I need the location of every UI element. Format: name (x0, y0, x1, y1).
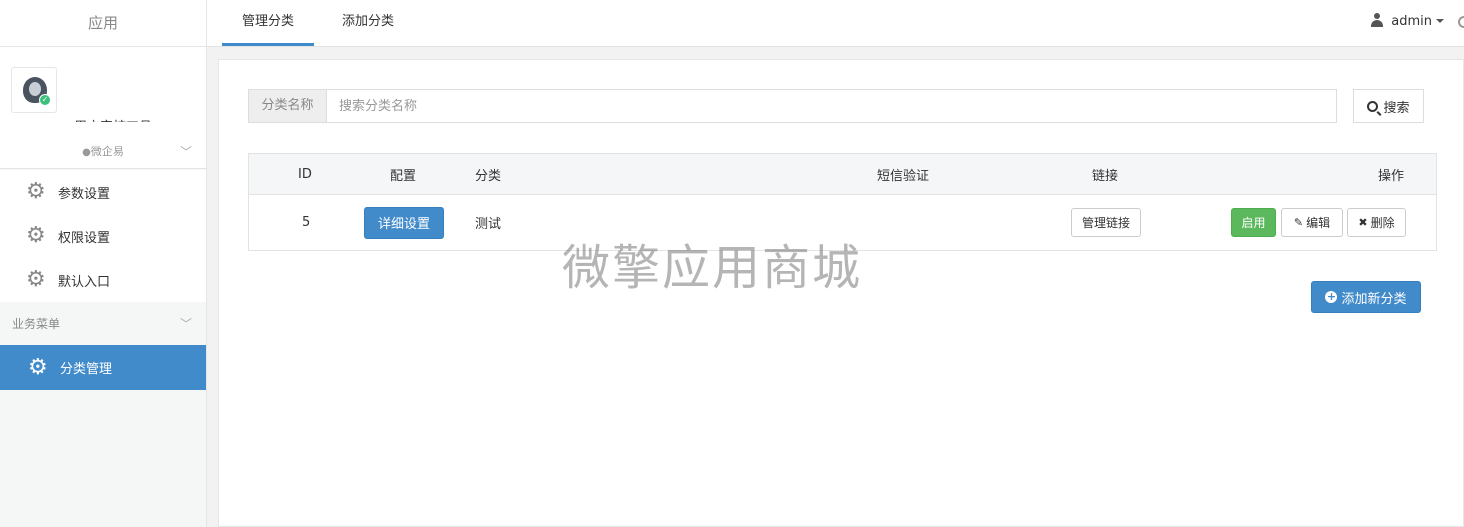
sidebar-item-permissions[interactable]: ⚙ 权限设置 (0, 214, 206, 258)
sidebar: 应用 ✓ 用户审核工具 ●微企易 ﹀ ⚙ 参数设置 ⚙ 权限设置 ⚙ 默认入口 … (0, 0, 207, 527)
search-icon (1367, 100, 1379, 112)
caret-down-icon (1436, 19, 1444, 23)
row-category: 测试 (475, 217, 502, 232)
app-avatar: ✓ (11, 67, 57, 113)
settings-menu: ⚙ 参数设置 ⚙ 权限设置 ⚙ 默认入口 (0, 170, 206, 302)
delete-button[interactable]: ✖ 删除 (1347, 208, 1406, 237)
wechat-icon: ● (82, 147, 91, 158)
search-input[interactable] (327, 90, 1336, 122)
manage-links-button[interactable]: 管理链接 (1071, 208, 1141, 237)
sidebar-item-default-entry[interactable]: ⚙ 默认入口 (0, 258, 206, 302)
section-label: 业务菜单 (12, 317, 61, 331)
search-button-label: 搜索 (1383, 100, 1410, 116)
gear-icon: ⚙ (26, 179, 46, 204)
col-actions: 操作 (1378, 168, 1405, 184)
search-group: 分类名称 (248, 89, 1337, 123)
table-row: 5 详细设置 测试 管理链接 启用 ✎ 编辑 ✖ 删除 (249, 195, 1436, 250)
edit-icon: ✎ (1293, 216, 1304, 229)
col-link: 链接 (1092, 168, 1119, 184)
verified-check-icon: ✓ (39, 94, 51, 106)
detail-settings-button[interactable]: 详细设置 (364, 206, 444, 239)
edit-button[interactable]: ✎ 编辑 (1281, 208, 1343, 237)
top-bar: 管理分类 添加分类 admin (207, 0, 1464, 47)
table-header: ID 配置 分类 短信验证 链接 操作 (249, 154, 1436, 195)
group-label: 微企易 (90, 145, 124, 158)
col-id: ID (298, 166, 312, 182)
edit-label: 编辑 (1306, 216, 1331, 230)
enable-button[interactable]: 启用 (1231, 208, 1276, 237)
search-label: 分类名称 (249, 90, 327, 122)
sidebar-item-label: 参数设置 (58, 186, 111, 202)
delete-label: 删除 (1370, 216, 1395, 230)
user-icon (1371, 13, 1384, 27)
sidebar-item-label: 默认入口 (58, 274, 111, 290)
gear-icon: ⚙ (26, 223, 46, 248)
add-category-label: 添加新分类 (1341, 291, 1407, 307)
content-panel (218, 59, 1464, 527)
add-category-button[interactable]: + 添加新分类 (1311, 281, 1421, 313)
user-menu[interactable]: admin (1371, 0, 1444, 46)
gear-icon: ⚙ (28, 354, 48, 380)
chevron-down-icon: ﹀ (179, 317, 192, 331)
username: admin (1391, 14, 1432, 29)
sidebar-item-category-manage[interactable]: ⚙ 分类管理 (0, 345, 206, 390)
sidebar-item-label: 权限设置 (58, 230, 111, 246)
business-menu-toggle[interactable]: 业务菜单 ﹀ (0, 304, 206, 345)
sidebar-item-params[interactable]: ⚙ 参数设置 (0, 170, 206, 214)
category-table: ID 配置 分类 短信验证 链接 操作 5 详细设置 测试 管理链接 启用 ✎ 编… (248, 153, 1437, 251)
sidebar-header: 应用 (0, 0, 206, 47)
search-button[interactable]: 搜索 (1353, 89, 1424, 123)
col-config: 配置 (390, 168, 417, 184)
col-category: 分类 (475, 168, 502, 184)
col-sms: 短信验证 (877, 168, 930, 184)
row-id: 5 (302, 215, 311, 230)
tab-add-category[interactable]: 添加分类 (322, 0, 414, 46)
close-icon: ✖ (1358, 216, 1368, 229)
partial-icon (1458, 16, 1464, 28)
group-toggle[interactable]: ●微企易 ﹀ (0, 122, 206, 169)
sidebar-item-label: 分类管理 (60, 362, 113, 377)
gear-icon: ⚙ (26, 267, 46, 292)
tab-manage-category[interactable]: 管理分类 (222, 0, 315, 46)
plus-circle-icon: + (1325, 290, 1338, 303)
